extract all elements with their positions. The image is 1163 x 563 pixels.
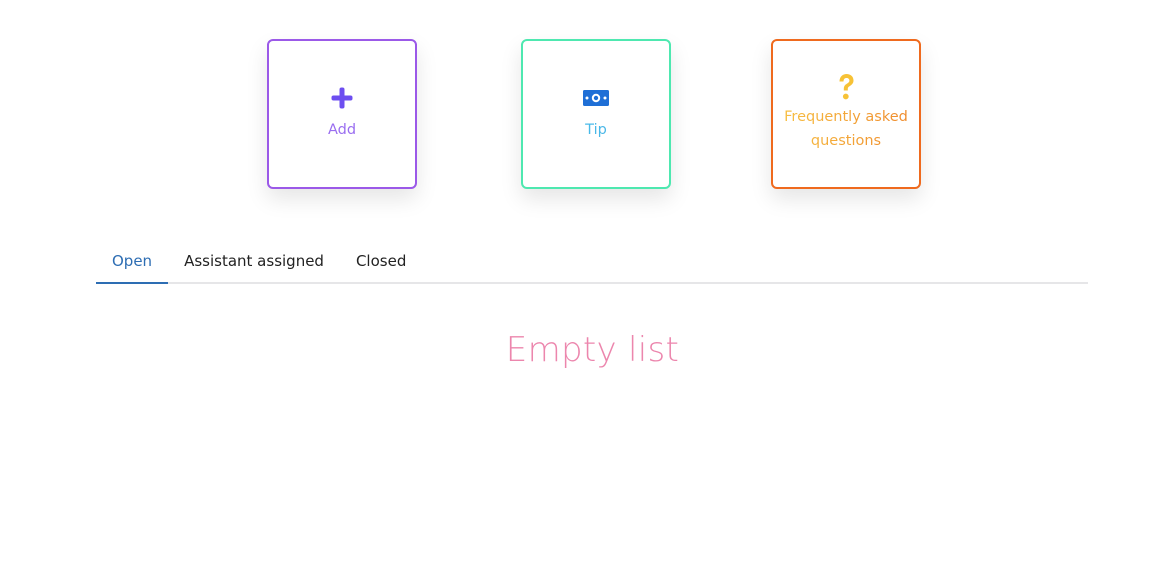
money-bill-icon	[583, 86, 609, 110]
plus-icon	[330, 86, 354, 110]
faq-card[interactable]: Frequently asked questions	[771, 39, 921, 189]
add-card-label: Add	[327, 122, 357, 138]
faq-card-label: Frequently asked questions	[781, 105, 911, 153]
add-card[interactable]: Add	[267, 39, 417, 189]
question-mark-icon	[837, 71, 855, 103]
tab-closed[interactable]: Closed	[340, 240, 422, 282]
tab-bar: Open Assistant assigned Closed	[96, 240, 1088, 284]
tab-assistant-assigned[interactable]: Assistant assigned	[168, 240, 340, 282]
empty-list-message: Empty list	[505, 330, 680, 370]
tip-card[interactable]: Tip	[521, 39, 671, 189]
tip-card-label: Tip	[531, 118, 661, 142]
tab-open[interactable]: Open	[96, 240, 169, 284]
